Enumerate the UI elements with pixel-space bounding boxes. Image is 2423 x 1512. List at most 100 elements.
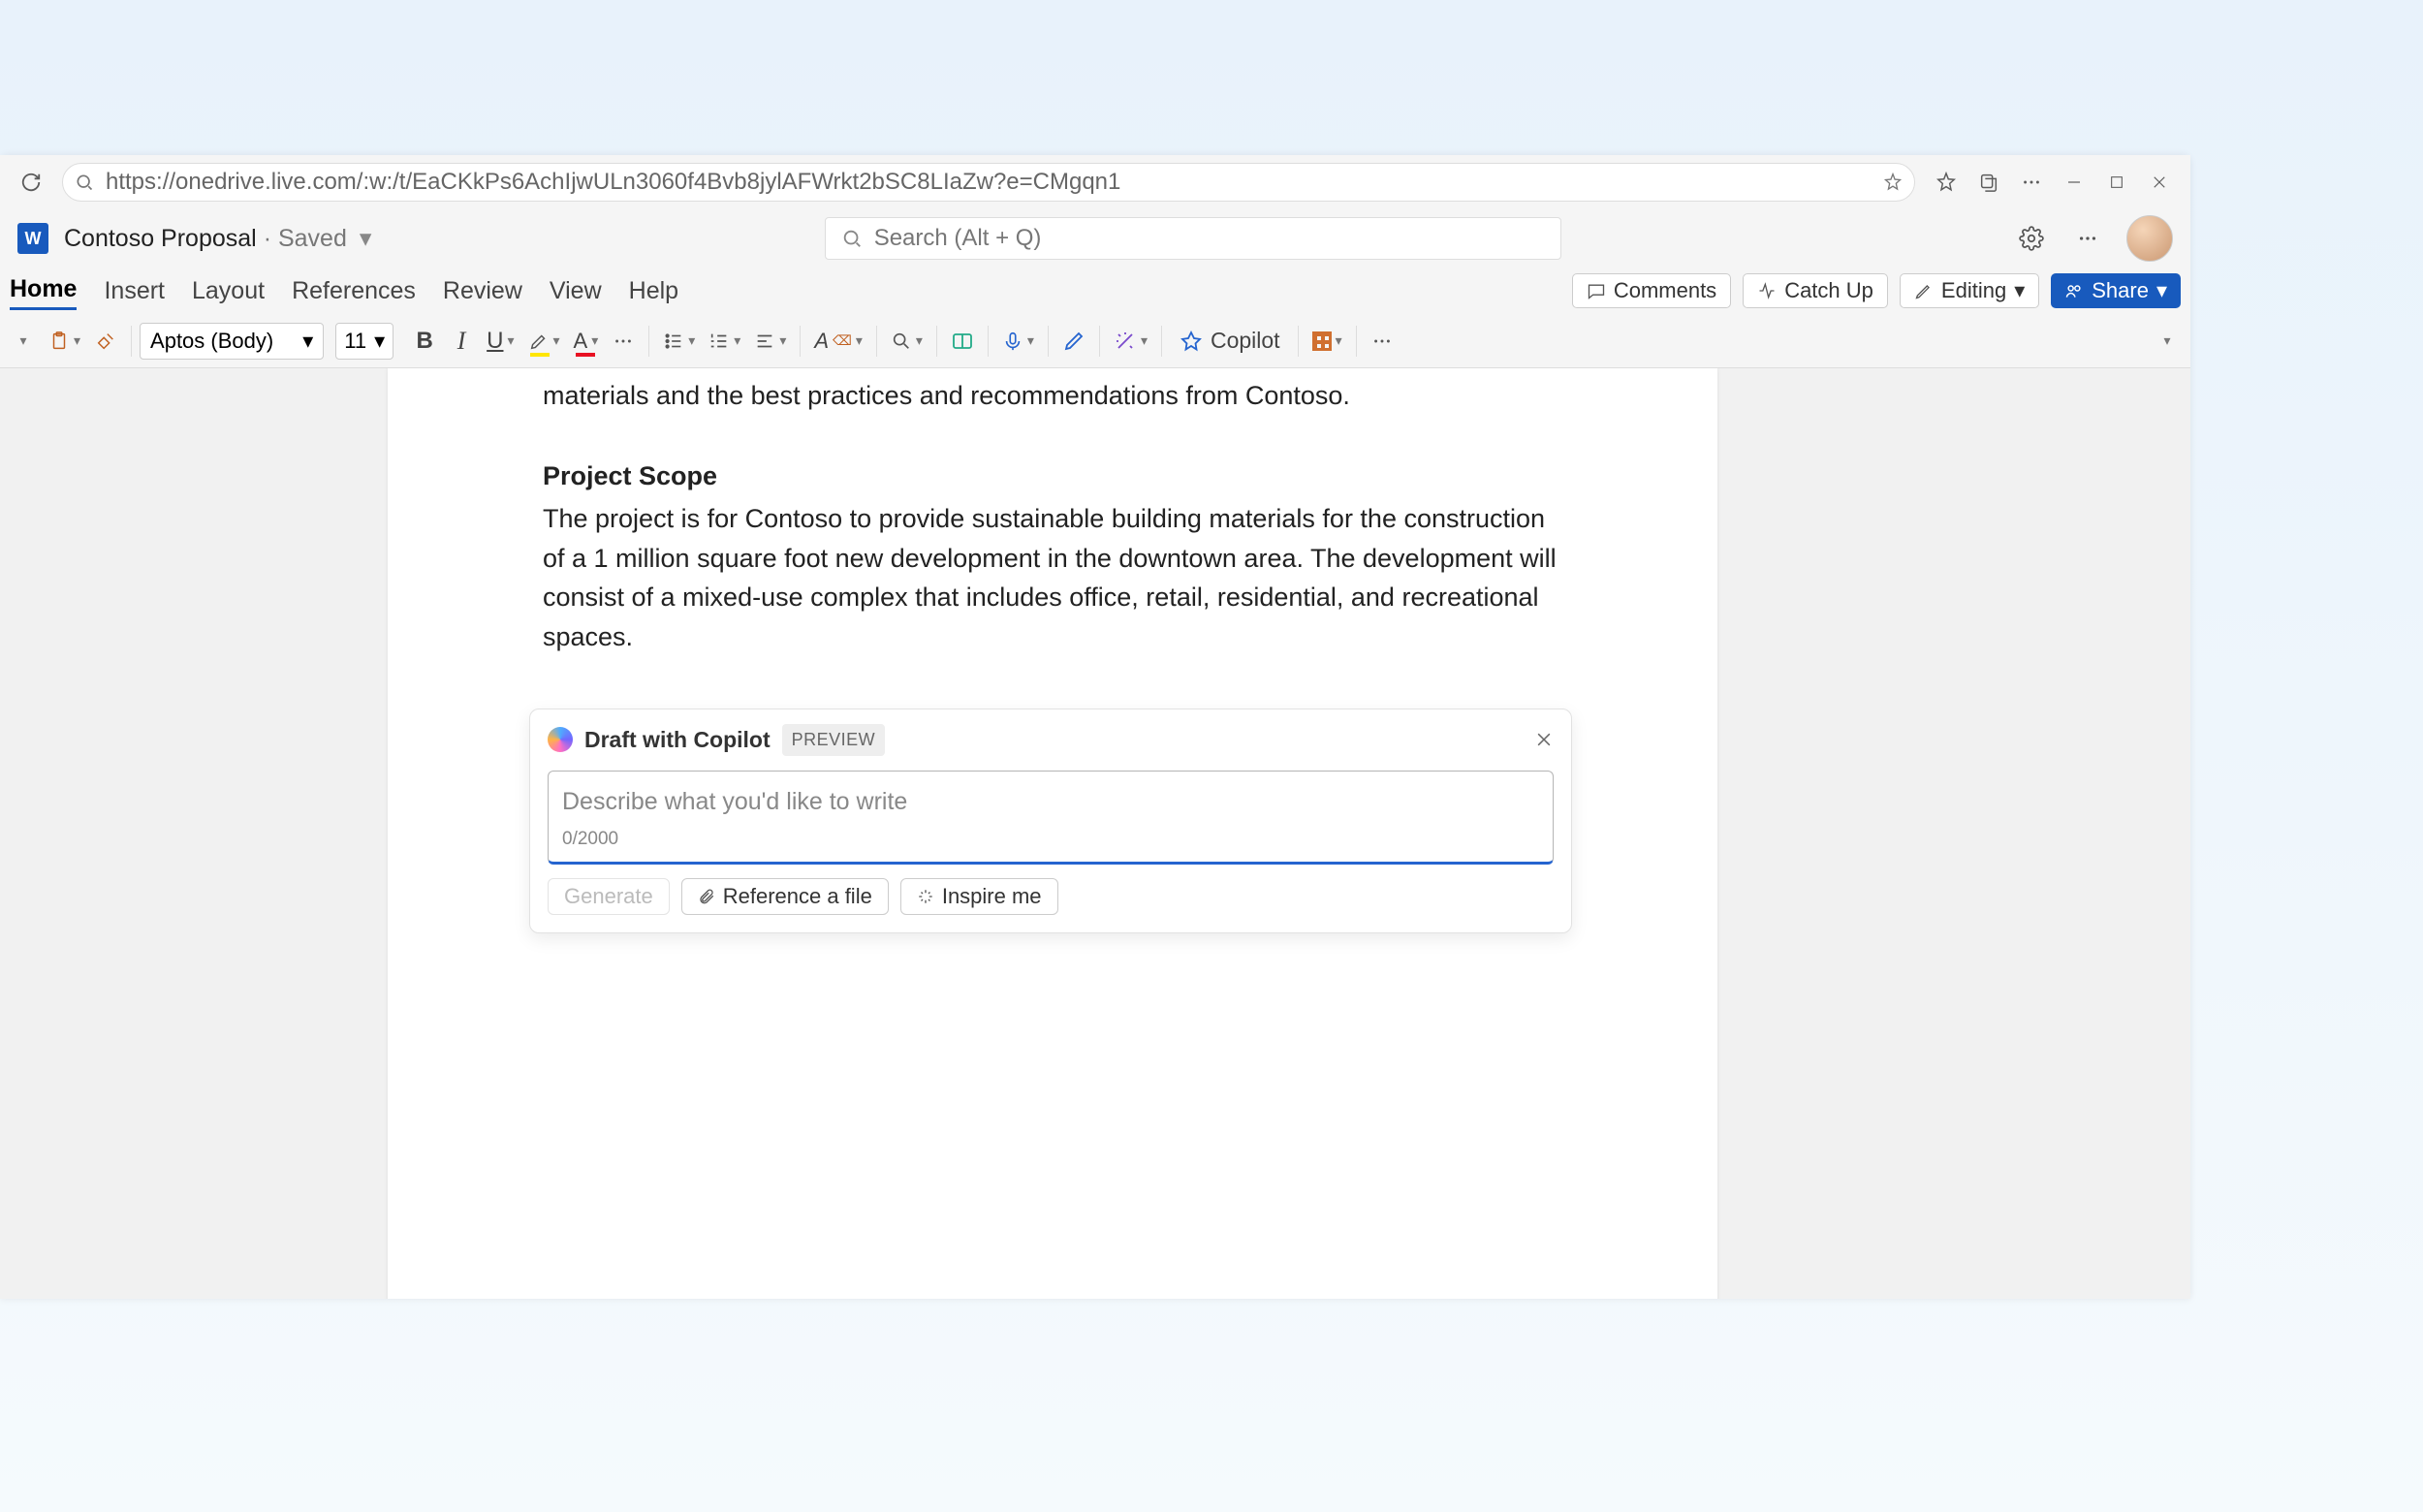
collapse-ribbon-icon[interactable]: ▾	[2150, 322, 2185, 361]
numbered-list-icon	[708, 331, 730, 352]
minimize-icon[interactable]	[2057, 165, 2092, 200]
draft-with-copilot-card: Draft with Copilot PREVIEW 0/2000 Genera…	[529, 709, 1572, 933]
italic-button[interactable]: I	[444, 322, 479, 361]
chevron-down-icon[interactable]: ▾	[360, 225, 372, 252]
chevron-down-icon: ▾	[856, 332, 863, 349]
more-font-icon[interactable]	[606, 322, 641, 361]
saved-indicator: · Saved	[264, 225, 347, 252]
more-icon[interactable]	[2070, 221, 2105, 256]
align-icon	[754, 331, 775, 352]
chevron-down-icon: ▾	[1027, 332, 1034, 349]
tab-layout[interactable]: Layout	[192, 273, 265, 309]
chevron-down-icon: ▾	[302, 329, 313, 354]
document-page[interactable]: materials and the best practices and rec…	[388, 368, 1717, 1299]
comments-button[interactable]: Comments	[1572, 273, 1731, 308]
format-painter-button[interactable]	[88, 322, 123, 361]
share-button[interactable]: Share ▾	[2051, 273, 2181, 308]
editor-pen-icon	[1062, 330, 1086, 353]
clear-formatting-button[interactable]: A⌫ ▾	[808, 322, 868, 361]
settings-gear-icon[interactable]	[2014, 221, 2049, 256]
close-icon[interactable]	[1534, 730, 1554, 749]
copilot-prompt-input[interactable]	[562, 788, 1539, 816]
designer-button[interactable]: ▾	[1108, 322, 1153, 361]
pulse-icon	[1757, 281, 1777, 300]
overflow-icon[interactable]	[1365, 322, 1400, 361]
favorites-icon[interactable]	[1929, 165, 1964, 200]
star-plus-icon[interactable]	[1883, 173, 1903, 192]
chevron-down-icon: ▾	[591, 332, 598, 349]
preview-badge: PREVIEW	[782, 724, 886, 756]
collections-icon[interactable]	[1971, 165, 2006, 200]
search-icon	[841, 228, 863, 249]
tab-references[interactable]: References	[292, 273, 416, 309]
editing-button[interactable]: Editing ▾	[1900, 273, 2039, 308]
chevron-down-icon: ▾	[1141, 332, 1148, 349]
sparkle-wand-icon	[1114, 330, 1137, 353]
comment-icon	[1587, 281, 1606, 300]
tab-view[interactable]: View	[550, 273, 602, 309]
reload-icon[interactable]	[14, 165, 48, 200]
catch-up-button[interactable]: Catch Up	[1743, 273, 1888, 308]
generate-button[interactable]: Generate	[548, 878, 670, 915]
search-input[interactable]: Search (Alt + Q)	[825, 217, 1561, 260]
add-ins-button[interactable]: ▾	[1306, 322, 1348, 361]
highlight-button[interactable]: ▾	[522, 322, 566, 361]
inspire-me-button[interactable]: Inspire me	[900, 878, 1058, 915]
editor-button[interactable]	[1056, 322, 1091, 361]
underline-button[interactable]: U▾	[481, 322, 519, 361]
more-icon[interactable]	[2014, 165, 2049, 200]
word-logo: W	[17, 223, 48, 254]
search-placeholder: Search (Alt + Q)	[874, 225, 1042, 252]
copilot-icon	[1180, 330, 1203, 353]
dictate-button[interactable]: ▾	[996, 322, 1040, 361]
paragraph-text: The project is for Contoso to provide su…	[543, 499, 1562, 656]
font-color-button[interactable]: A ▾	[568, 322, 605, 361]
chevron-down-icon: ▾	[779, 332, 786, 349]
chevron-down-icon: ▾	[19, 332, 26, 349]
undo-split-button[interactable]: ▾	[6, 322, 41, 361]
align-button[interactable]: ▾	[748, 322, 792, 361]
close-icon[interactable]	[2142, 165, 2177, 200]
url-bar[interactable]: https://onedrive.live.com/:w:/t/EaCKkPs6…	[62, 163, 1915, 202]
find-button[interactable]: ▾	[885, 322, 928, 361]
chevron-down-icon: ▾	[1336, 332, 1342, 349]
section-heading: Project Scope	[543, 457, 1562, 496]
paperclip-icon	[698, 888, 715, 905]
share-people-icon	[2064, 281, 2084, 300]
clipboard-icon	[48, 331, 70, 352]
char-counter: 0/2000	[562, 826, 1539, 854]
tab-review[interactable]: Review	[443, 273, 522, 309]
bold-button[interactable]: B	[407, 322, 442, 361]
font-size-select[interactable]: 11 ▾	[335, 323, 393, 360]
chevron-down-icon: ▾	[2163, 332, 2170, 349]
immersive-reader-button[interactable]	[945, 322, 980, 361]
copilot-card-title: Draft with Copilot	[584, 723, 771, 757]
chevron-down-icon: ▾	[74, 332, 80, 349]
paragraph-text: materials and the best practices and rec…	[543, 376, 1562, 416]
chevron-down-icon: ▾	[2014, 278, 2025, 303]
chevron-down-icon: ▾	[688, 332, 695, 349]
bullets-button[interactable]: ▾	[657, 322, 701, 361]
magnify-icon	[891, 331, 912, 352]
maximize-icon[interactable]	[2099, 165, 2134, 200]
font-name-select[interactable]: Aptos (Body) ▾	[140, 323, 324, 360]
document-title[interactable]: Contoso Proposal · Saved ▾	[64, 224, 371, 253]
chevron-down-icon: ▾	[374, 329, 385, 354]
microphone-icon	[1002, 331, 1023, 352]
numbering-button[interactable]: ▾	[703, 322, 746, 361]
immersive-reader-icon	[951, 330, 974, 353]
tab-home[interactable]: Home	[10, 271, 77, 310]
avatar[interactable]	[2126, 215, 2173, 262]
copilot-logo-icon	[548, 727, 573, 752]
bullets-icon	[663, 331, 684, 352]
search-icon	[75, 173, 94, 192]
tab-help[interactable]: Help	[629, 273, 678, 309]
sparkle-icon	[917, 888, 934, 905]
copilot-ribbon-button[interactable]: Copilot	[1170, 322, 1290, 361]
reference-file-button[interactable]: Reference a file	[681, 878, 889, 915]
highlighter-icon	[528, 331, 550, 352]
tab-insert[interactable]: Insert	[104, 273, 165, 309]
url-text: https://onedrive.live.com/:w:/t/EaCKkPs6…	[106, 169, 1872, 196]
paste-button[interactable]: ▾	[43, 322, 86, 361]
pencil-icon	[1914, 281, 1934, 300]
